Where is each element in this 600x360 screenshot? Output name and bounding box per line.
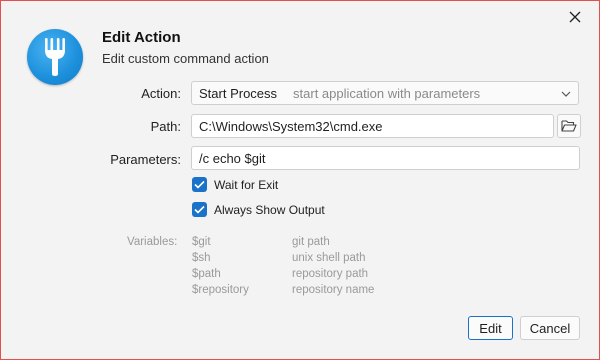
dialog-subtitle: Edit custom command action <box>102 51 269 66</box>
wait-for-exit-checkbox[interactable]: Wait for Exit <box>192 177 278 192</box>
action-label: Action: <box>141 86 181 101</box>
variable-description: unix shell path <box>292 252 366 264</box>
checkbox-checked-icon <box>192 202 207 217</box>
path-label: Path: <box>150 119 181 134</box>
chevron-down-icon <box>561 91 571 97</box>
variable-name: $sh <box>192 252 211 264</box>
variable-description: git path <box>292 236 330 248</box>
folder-open-icon <box>561 120 577 132</box>
parameters-label: Parameters: <box>110 152 181 167</box>
variable-name: $git <box>192 236 211 248</box>
always-show-output-label: Always Show Output <box>214 202 325 217</box>
edit-action-dialog: Edit Action Edit custom command action A… <box>0 0 600 360</box>
always-show-output-checkbox[interactable]: Always Show Output <box>192 202 325 217</box>
action-select[interactable]: Start Process start application with par… <box>191 81 579 105</box>
variable-description: repository path <box>292 268 369 280</box>
parameters-input[interactable]: /c echo $git <box>191 146 580 170</box>
dialog-title: Edit Action <box>102 29 181 46</box>
edit-button[interactable]: Edit <box>468 316 513 340</box>
action-hint: start application with parameters <box>293 85 481 101</box>
variable-name: $path <box>192 268 221 280</box>
fork-icon <box>45 38 65 76</box>
path-input[interactable]: C:\Windows\System32\cmd.exe <box>191 114 554 138</box>
variable-description: repository name <box>292 284 375 296</box>
variables-names: $git $sh $path $repository <box>192 234 249 298</box>
close-icon <box>569 11 581 23</box>
close-button[interactable] <box>563 5 587 29</box>
checkbox-checked-icon <box>192 177 207 192</box>
cancel-button[interactable]: Cancel <box>520 316 580 340</box>
variable-name: $repository <box>192 284 249 296</box>
variables-label: Variables: <box>127 236 178 248</box>
variables-descriptions: git path unix shell path repository path… <box>292 234 374 298</box>
browse-button[interactable] <box>557 114 581 138</box>
wait-for-exit-label: Wait for Exit <box>214 177 279 192</box>
action-selected-value: Start Process <box>199 85 278 101</box>
app-logo <box>27 29 83 85</box>
